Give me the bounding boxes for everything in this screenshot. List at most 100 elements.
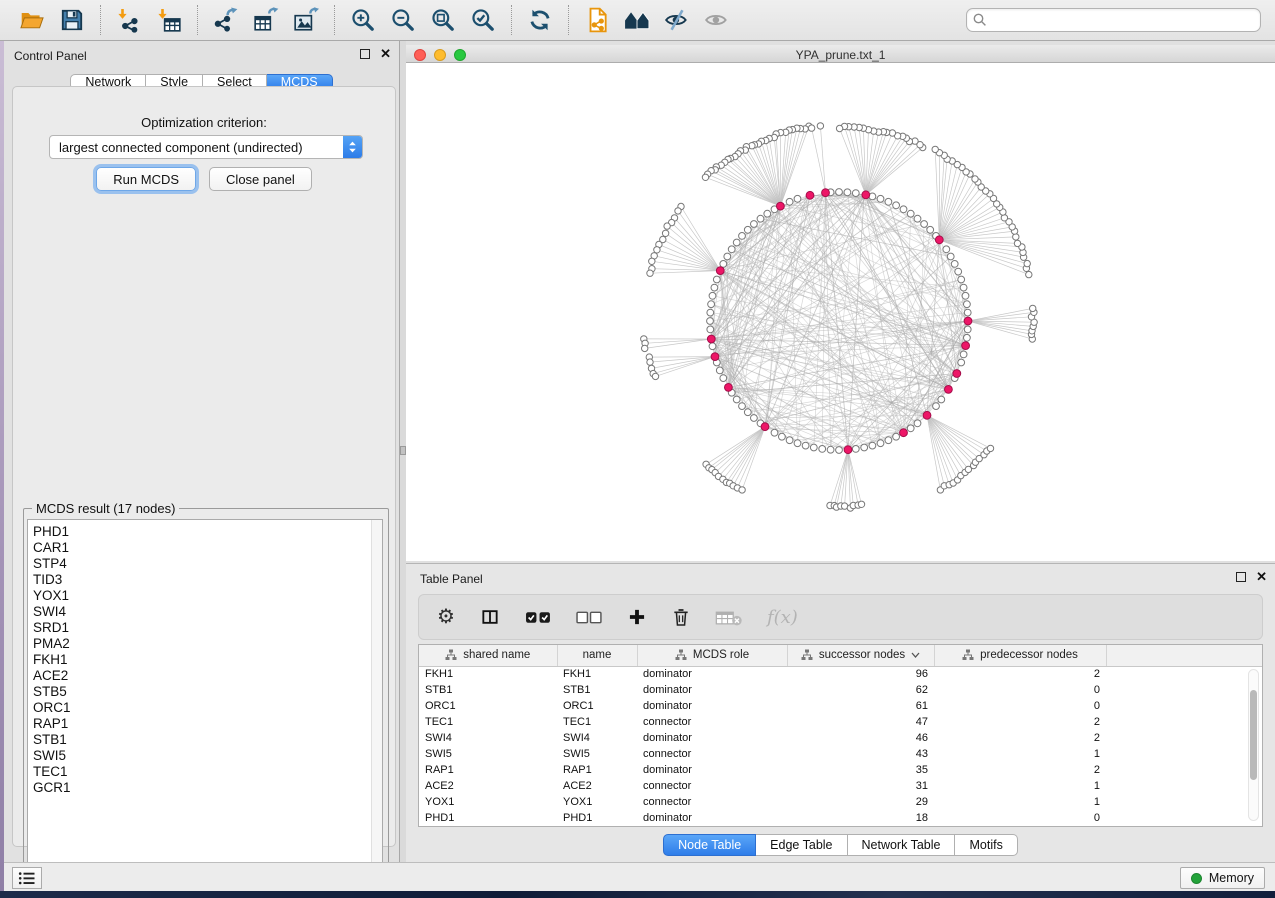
export-network-icon[interactable]	[210, 4, 242, 36]
tab-node-table[interactable]: Node Table	[663, 834, 756, 856]
task-history-button[interactable]	[12, 867, 42, 889]
graph-node[interactable]	[786, 198, 793, 205]
graph-node[interactable]	[709, 292, 716, 299]
mcds-result-item[interactable]: GCR1	[28, 780, 382, 796]
graph-node[interactable]	[652, 373, 658, 379]
graph-node[interactable]	[885, 198, 892, 205]
graph-node[interactable]	[771, 429, 778, 436]
function-builder-icon[interactable]: f(x)	[765, 605, 800, 630]
graph-node[interactable]	[893, 433, 900, 440]
graph-node[interactable]	[739, 403, 746, 410]
graph-node[interactable]	[733, 396, 740, 403]
graph-node[interactable]	[757, 215, 764, 222]
graph-node[interactable]	[836, 189, 843, 196]
graph-node[interactable]	[794, 440, 801, 447]
table-settings-icon[interactable]: ⚙	[435, 604, 457, 630]
graph-node[interactable]	[958, 276, 965, 283]
graph-node[interactable]	[713, 276, 720, 283]
graph-node-mcds[interactable]	[964, 317, 972, 325]
table-row[interactable]: PHD1PHD1dominator180	[419, 810, 1263, 826]
tab-network-table[interactable]: Network Table	[848, 834, 956, 856]
graph-node[interactable]	[786, 437, 793, 444]
column-header-MCDS-role[interactable]: MCDS role	[637, 645, 787, 666]
graph-node[interactable]	[1014, 240, 1020, 246]
column-header-shared-name[interactable]: shared name	[419, 645, 557, 666]
graph-node[interactable]	[927, 226, 934, 233]
graph-node[interactable]	[724, 253, 731, 260]
graph-node[interactable]	[877, 440, 884, 447]
close-table-panel-icon[interactable]: ✕	[1256, 572, 1267, 582]
graph-node-mcds[interactable]	[725, 384, 733, 392]
graph-node[interactable]	[751, 415, 758, 422]
graph-node-mcds[interactable]	[862, 191, 870, 199]
graph-node[interactable]	[647, 270, 653, 276]
graph-node-mcds[interactable]	[707, 335, 715, 343]
graph-node[interactable]	[664, 223, 670, 229]
graph-node[interactable]	[877, 195, 884, 202]
clear-selection-icon[interactable]	[574, 607, 605, 628]
graph-node-mcds[interactable]	[711, 353, 719, 361]
table-row[interactable]: SWI4SWI4dominator462	[419, 730, 1263, 746]
graph-node[interactable]	[900, 206, 907, 213]
graph-node[interactable]	[744, 226, 751, 233]
column-header-successor-nodes[interactable]: successor nodes	[787, 645, 934, 666]
graph-node[interactable]	[739, 233, 746, 240]
mcds-result-item[interactable]: PHD1	[28, 524, 382, 540]
graph-node-mcds[interactable]	[962, 342, 970, 350]
graph-node[interactable]	[808, 125, 814, 131]
search-input[interactable]	[966, 8, 1261, 32]
graph-node-mcds[interactable]	[777, 202, 785, 210]
graph-node[interactable]	[810, 444, 817, 451]
mcds-result-item[interactable]: STP4	[28, 556, 382, 572]
graph-node[interactable]	[960, 351, 967, 358]
graph-node[interactable]	[764, 210, 771, 217]
graph-node[interactable]	[987, 445, 993, 451]
show-all-icon[interactable]	[701, 4, 733, 36]
column-header-name[interactable]: name	[557, 645, 637, 666]
graph-node[interactable]	[964, 334, 971, 341]
graph-node[interactable]	[914, 215, 921, 222]
graph-node[interactable]	[836, 125, 842, 131]
graph-node-mcds[interactable]	[935, 236, 943, 244]
graph-node[interactable]	[702, 174, 708, 180]
table-row[interactable]: ACE2ACE2connector311	[419, 778, 1263, 794]
table-row[interactable]: YOX1YOX1connector291	[419, 794, 1263, 810]
table-row[interactable]: STB1STB1dominator620	[419, 682, 1263, 698]
graph-node-mcds[interactable]	[945, 386, 953, 394]
delete-row-icon[interactable]	[669, 605, 693, 630]
graph-node[interactable]	[642, 345, 648, 351]
table-row[interactable]: ORC1ORC1dominator610	[419, 698, 1263, 714]
graph-node[interactable]	[708, 301, 715, 308]
import-network-icon[interactable]	[113, 4, 145, 36]
zoom-fit-icon[interactable]	[427, 4, 459, 36]
graph-node[interactable]	[932, 146, 938, 152]
minimize-window-icon[interactable]	[434, 49, 446, 61]
zoom-in-icon[interactable]	[347, 4, 379, 36]
graph-node[interactable]	[728, 246, 735, 253]
export-table-icon[interactable]	[250, 4, 282, 36]
graph-node[interactable]	[907, 210, 914, 217]
graph-node[interactable]	[654, 247, 660, 253]
graph-node-mcds[interactable]	[923, 411, 931, 419]
add-row-icon[interactable]	[625, 605, 649, 629]
graph-node-mcds[interactable]	[900, 429, 908, 437]
neighbors-icon[interactable]	[621, 4, 653, 36]
graph-node[interactable]	[964, 301, 971, 308]
graph-node[interactable]	[1013, 234, 1019, 240]
graph-node[interactable]	[827, 446, 834, 453]
graph-node[interactable]	[962, 292, 969, 299]
graph-node[interactable]	[938, 396, 945, 403]
graph-node[interactable]	[733, 239, 740, 246]
graph-node[interactable]	[844, 189, 851, 196]
mcds-result-item[interactable]: PMA2	[28, 636, 382, 652]
close-window-icon[interactable]	[414, 49, 426, 61]
import-table-icon[interactable]	[153, 4, 185, 36]
graph-node[interactable]	[649, 258, 655, 264]
mcds-result-item[interactable]: STB1	[28, 732, 382, 748]
table-row[interactable]: TEC1TEC1connector472	[419, 714, 1263, 730]
graph-node[interactable]	[716, 367, 723, 374]
network-window-titlebar[interactable]: YPA_prune.txt_1	[406, 45, 1275, 63]
maximize-window-icon[interactable]	[454, 49, 466, 61]
graph-node[interactable]	[852, 446, 859, 453]
float-table-panel-icon[interactable]	[1236, 572, 1246, 582]
